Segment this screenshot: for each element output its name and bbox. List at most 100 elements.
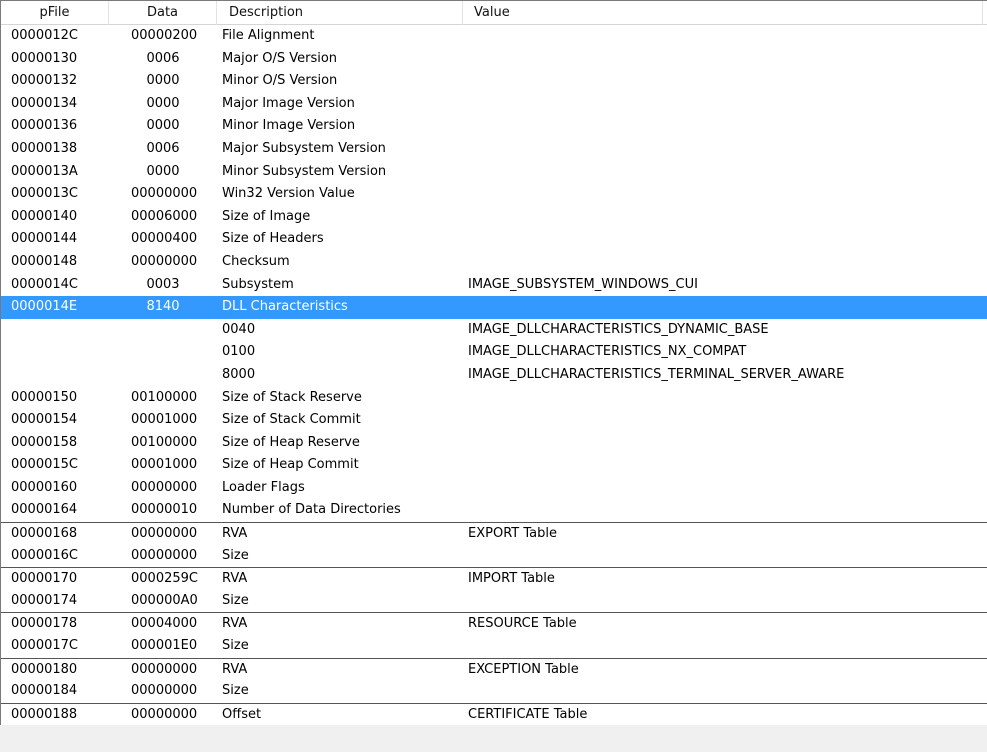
table-row[interactable]: 0000014C 0003 Subsystem IMAGE_SUBSYSTEM_WIN…	[1, 274, 987, 297]
cell-pfile: 00000160	[11, 479, 78, 495]
cell-description: Major Image Version	[222, 95, 355, 111]
cell-description: Major O/S Version	[222, 50, 338, 66]
cell-description: Size of Stack Commit	[222, 412, 361, 428]
cell-pfile: 00000138	[11, 140, 78, 156]
column-header-data[interactable]: Data	[109, 1, 217, 25]
cell-description: RVA	[222, 661, 248, 677]
cell-pfile: 00000180	[11, 661, 78, 677]
cell-data: 00004000	[131, 616, 198, 632]
cell-data: 0006	[146, 140, 180, 156]
table-row[interactable]: 0000013C 00000000 Win32 Version Value	[1, 183, 987, 206]
table-row[interactable]: 00000158 00100000 Size of Heap Reserve	[1, 432, 987, 455]
table-row[interactable]: 00000136 0000 Minor Image Version	[1, 115, 987, 138]
cell-description: Offset	[222, 706, 262, 722]
cell-data: 000000A0	[131, 592, 198, 608]
table-row[interactable]: 0000016C 00000000 Size	[1, 545, 987, 568]
cell-data: 00000200	[131, 28, 198, 43]
cell-description: Number of Data Directories	[222, 502, 401, 518]
table-row[interactable]: 00000170 0000259C RVA IMPORT Table	[1, 567, 987, 590]
cell-pfile: 00000174	[11, 592, 78, 608]
table-row[interactable]: 00000132 0000 Minor O/S Version	[1, 70, 987, 93]
cell-data: 00000000	[131, 479, 198, 495]
cell-data: 00000000	[131, 661, 198, 677]
cell-data: 0000259C	[131, 571, 198, 587]
table-row[interactable]: 00000174 000000A0 Size	[1, 590, 987, 613]
cell-description: RVA	[222, 571, 248, 587]
cell-data: 8140	[146, 299, 180, 315]
table-row[interactable]: 00000164 00000010 Number of Data Directori…	[1, 499, 987, 522]
table-row[interactable]: 00000138 0006 Major Subsystem Version	[1, 138, 987, 161]
cell-pfile: 0000017C	[11, 638, 78, 654]
column-header-pfile[interactable]: pFile	[1, 1, 109, 25]
table-row[interactable]: 00000150 00100000 Size of Stack Reserve	[1, 387, 987, 410]
table-body: 0000012C 00000200 File Alignment 00000130 00…	[1, 25, 987, 725]
cell-pfile: 00000134	[11, 95, 78, 111]
table-row[interactable]: 00000140 00006000 Size of Image	[1, 206, 987, 229]
cell-data: 000001E0	[131, 638, 198, 654]
cell-data: 00000000	[131, 253, 198, 269]
table-row[interactable]: 00000134 0000 Major Image Version	[1, 93, 987, 116]
table-row[interactable]: 00000160 00000000 Loader Flags	[1, 477, 987, 500]
cell-value: CERTIFICATE Table	[468, 706, 588, 722]
cell-description: Minor Image Version	[222, 118, 356, 134]
cell-pfile: 00000150	[11, 389, 78, 405]
cell-description: Size	[222, 683, 249, 699]
cell-value: IMPORT Table	[468, 571, 555, 587]
cell-description: 0100	[222, 344, 256, 360]
table-row[interactable]: 00000178 00004000 RVA RESOURCE Table	[1, 612, 987, 635]
table-row[interactable]: 0100 IMAGE_DLLCHARACTERISTICS_NX_COMPAT	[1, 341, 987, 364]
cell-pfile: 0000013C	[11, 186, 78, 202]
cell-description: Size of Heap Commit	[222, 457, 359, 473]
cell-data: 0000	[146, 163, 180, 179]
cell-pfile: 0000013A	[11, 163, 78, 179]
table-row[interactable]: 0000015C 00001000 Size of Heap Commit	[1, 454, 987, 477]
table-row[interactable]: 00000154 00001000 Size of Stack Commit	[1, 409, 987, 432]
cell-description: Minor O/S Version	[222, 73, 338, 89]
cell-description: Major Subsystem Version	[222, 140, 386, 156]
cell-value: EXPORT Table	[468, 526, 557, 542]
table-row[interactable]: 00000188 00000000 Offset CERTIFICATE Table	[1, 702, 987, 725]
cell-description: Subsystem	[222, 276, 294, 292]
table-row[interactable]: 00000130 0006 Major O/S Version	[1, 48, 987, 71]
cell-description: Loader Flags	[222, 479, 305, 495]
cell-data: 0000	[146, 95, 180, 111]
table-row[interactable]: 00000144 00000400 Size of Headers	[1, 228, 987, 251]
cell-pfile: 0000016C	[11, 547, 78, 563]
table-row[interactable]: 0000017C 000001E0 Size	[1, 635, 987, 658]
cell-pfile: 00000154	[11, 412, 78, 428]
cell-value: RESOURCE Table	[468, 616, 577, 632]
cell-data: 00000000	[131, 526, 198, 542]
cell-value: IMAGE_DLLCHARACTERISTICS_NX_COMPAT	[468, 344, 747, 360]
cell-description: DLL Characteristics	[222, 299, 348, 315]
table-row-selected[interactable]: 0000014E 8140 DLL Characteristics	[1, 296, 987, 319]
cell-pfile: 00000158	[11, 434, 78, 450]
cell-pfile: 00000136	[11, 118, 78, 134]
cell-pfile: 0000012C	[11, 28, 78, 43]
cell-description: Size of Image	[222, 208, 311, 224]
table-row[interactable]: 0040 IMAGE_DLLCHARACTERISTICS_DYNAMIC_BAS…	[1, 319, 987, 342]
cell-data: 00006000	[131, 208, 198, 224]
cell-description: Size	[222, 638, 249, 654]
table-row[interactable]: 00000184 00000000 Size	[1, 680, 987, 703]
cell-pfile: 0000014C	[11, 276, 78, 292]
cell-description: Checksum	[222, 253, 290, 269]
table-row[interactable]: 00000180 00000000 RVA EXCEPTION Table	[1, 657, 987, 681]
cell-value: IMAGE_DLLCHARACTERISTICS_DYNAMIC_BASE	[468, 321, 769, 337]
table-row[interactable]: 00000148 00000000 Checksum	[1, 251, 987, 274]
cell-data: 0000	[146, 73, 180, 89]
cell-data: 00000000	[131, 186, 198, 202]
cell-description: 0040	[222, 321, 256, 337]
table-row[interactable]: 8000 IMAGE_DLLCHARACTERISTICS_TERMINAL_SE…	[1, 364, 987, 387]
column-header-value[interactable]: Value	[463, 1, 983, 25]
cell-description: Win32 Version Value	[222, 186, 355, 202]
cell-pfile: 00000178	[11, 616, 78, 632]
table-row[interactable]: 0000012C 00000200 File Alignment	[1, 25, 987, 48]
cell-description: Size	[222, 592, 249, 608]
column-header-description[interactable]: Description	[217, 1, 463, 25]
table-row[interactable]: 00000168 00000000 RVA EXPORT Table	[1, 522, 987, 545]
pe-header-list-view[interactable]: pFile Data Description Value 0000012C 000…	[0, 0, 987, 725]
cell-pfile: 00000184	[11, 683, 78, 699]
table-row[interactable]: 0000013A 0000 Minor Subsystem Version	[1, 161, 987, 184]
cell-description: Size of Stack Reserve	[222, 389, 362, 405]
cell-data: 00000000	[131, 683, 198, 699]
